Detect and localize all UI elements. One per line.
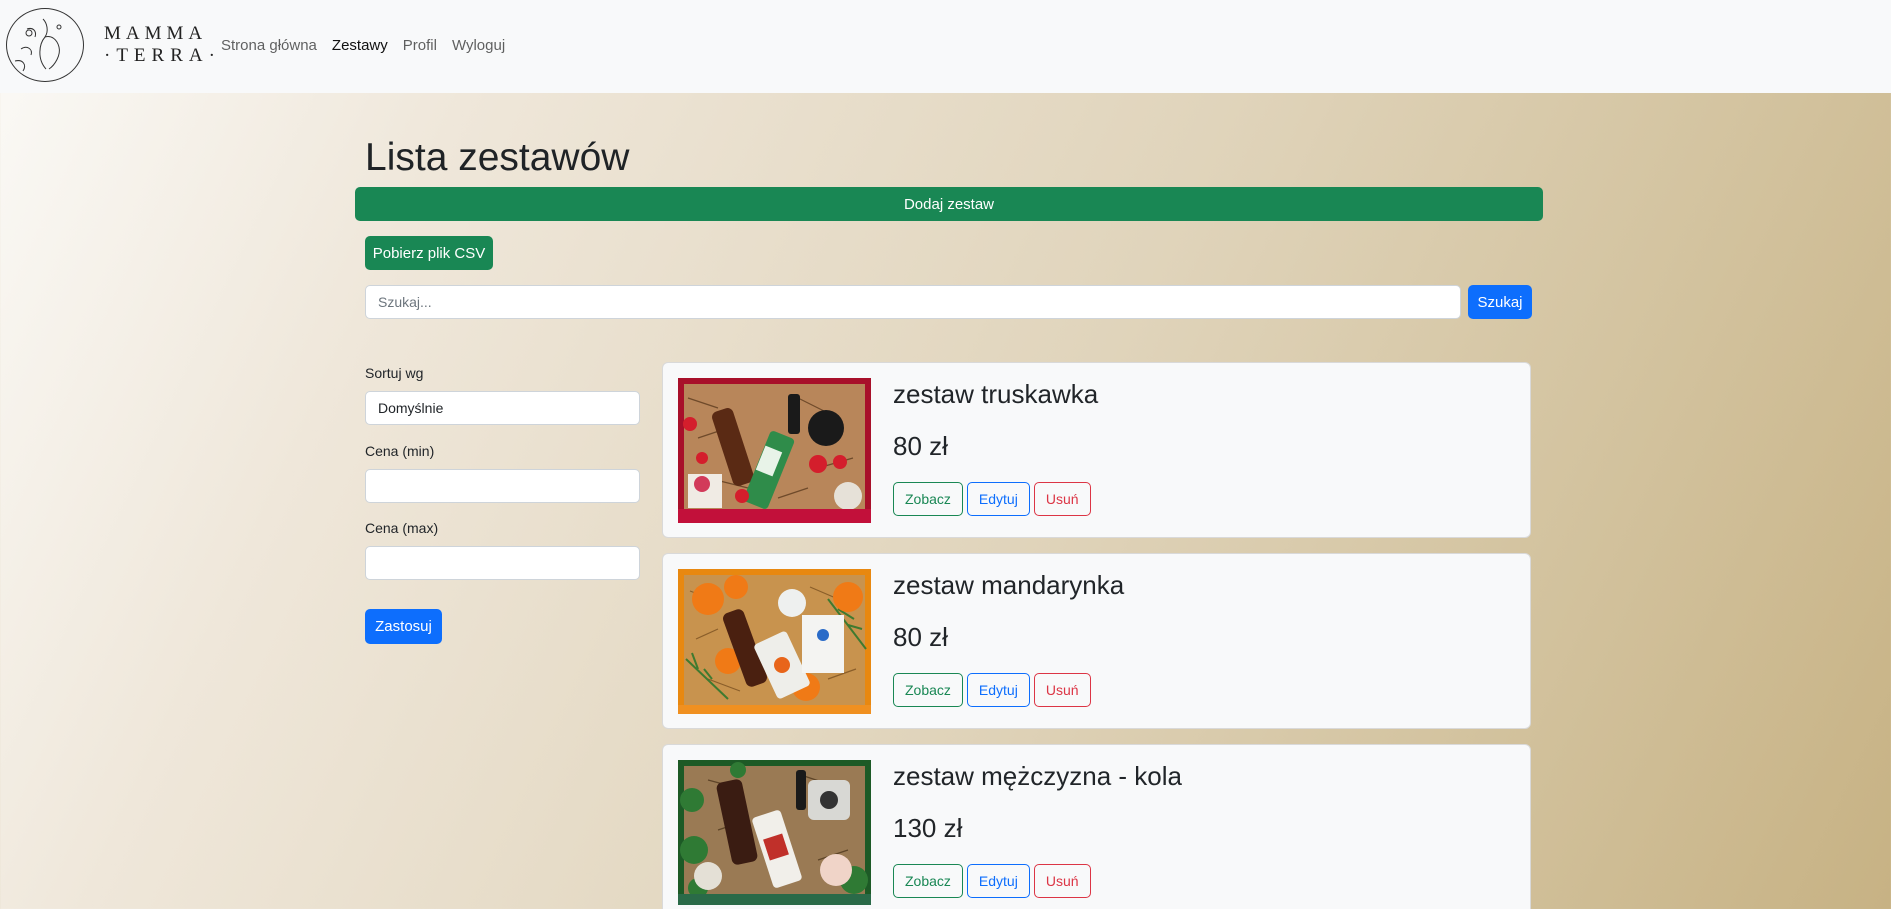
set-name[interactable]: zestaw truskawka bbox=[893, 379, 1098, 410]
set-actions: Zobacz Edytuj Usuń bbox=[893, 864, 1091, 898]
nav-link-logout[interactable]: Wyloguj bbox=[452, 37, 505, 54]
max-price-label: Cena (max) bbox=[365, 520, 439, 536]
min-price-input[interactable] bbox=[365, 469, 640, 503]
set-photo bbox=[678, 760, 871, 905]
nav-link-sets[interactable]: Zestawy bbox=[332, 37, 388, 54]
set-price: 130 zł bbox=[893, 813, 963, 843]
set-photo bbox=[678, 378, 871, 523]
set-photo bbox=[678, 569, 871, 714]
brand-name-line-1: MAMMA bbox=[104, 23, 208, 44]
delete-button[interactable]: Usuń bbox=[1033, 482, 1091, 516]
set-actions: Zobacz Edytuj Usuń bbox=[893, 482, 1091, 516]
max-price-input[interactable] bbox=[365, 546, 640, 580]
delete-button[interactable]: Usuń bbox=[1033, 673, 1091, 707]
set-price: 80 zł bbox=[893, 622, 948, 652]
view-button[interactable]: Zobacz bbox=[893, 673, 963, 707]
view-button[interactable]: Zobacz bbox=[893, 864, 963, 898]
download-csv-button[interactable]: Pobierz plik CSV bbox=[365, 236, 493, 270]
edit-button[interactable]: Edytuj bbox=[966, 673, 1030, 707]
set-name[interactable]: zestaw mężczyzna - kola bbox=[893, 761, 1182, 792]
brand-name-line-2: ·TERRA· bbox=[104, 45, 221, 66]
add-set-button[interactable]: Dodaj zestaw bbox=[355, 187, 1543, 221]
nav-link-profile[interactable]: Profil bbox=[403, 37, 437, 54]
min-price-label: Cena (min) bbox=[365, 443, 435, 459]
view-button[interactable]: Zobacz bbox=[893, 482, 963, 516]
set-card: zestaw mandarynka 80 zł Zobacz Edytuj Us… bbox=[662, 553, 1531, 729]
nav-link-home[interactable]: Strona główna bbox=[221, 37, 317, 54]
search-button[interactable]: Szukaj bbox=[1468, 285, 1532, 319]
set-price: 80 zł bbox=[893, 431, 948, 461]
search-input[interactable]: Szukaj... bbox=[365, 285, 1461, 319]
logo-emblem-icon bbox=[6, 8, 84, 82]
edit-button[interactable]: Edytuj bbox=[966, 482, 1030, 516]
edit-button[interactable]: Edytuj bbox=[966, 864, 1030, 898]
sort-select[interactable]: Domyślnie bbox=[365, 391, 640, 425]
nav-links: Strona główna Zestawy Profil Wyloguj bbox=[221, 37, 520, 54]
sort-label: Sortuj wg bbox=[365, 365, 424, 381]
apply-filters-button[interactable]: Zastosuj bbox=[365, 609, 442, 644]
top-navbar: MAMMA ·TERRA· Strona główna Zestawy Prof… bbox=[0, 0, 1891, 93]
delete-button[interactable]: Usuń bbox=[1033, 864, 1091, 898]
set-actions: Zobacz Edytuj Usuń bbox=[893, 673, 1091, 707]
set-name[interactable]: zestaw mandarynka bbox=[893, 570, 1124, 601]
brand-name: MAMMA ·TERRA· bbox=[104, 23, 221, 67]
set-card: zestaw truskawka 80 zł Zobacz Edytuj Usu… bbox=[662, 362, 1531, 538]
set-card: zestaw mężczyzna - kola 130 zł Zobacz Ed… bbox=[662, 744, 1531, 909]
page-title: Lista zestawów bbox=[365, 136, 630, 179]
brand-logo[interactable]: MAMMA ·TERRA· bbox=[6, 8, 221, 82]
